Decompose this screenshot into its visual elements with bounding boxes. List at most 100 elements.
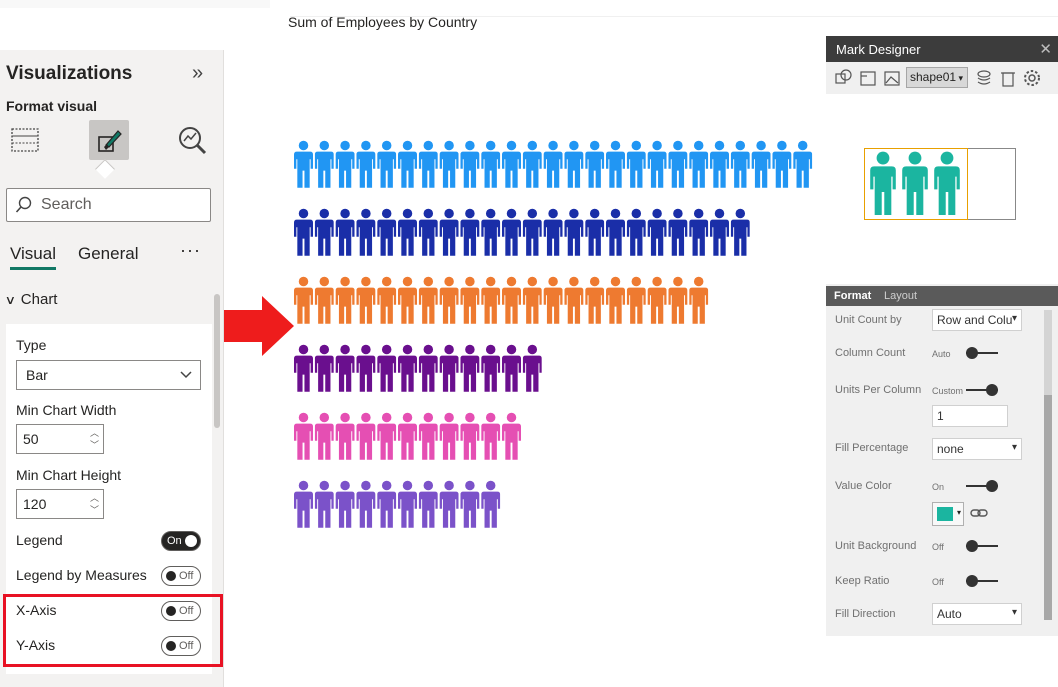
legend-by-measures-toggle[interactable]: Off [161,566,201,586]
chevron-down-icon: ∨ [4,292,17,307]
unit-count-by-select[interactable]: Row and Colu ▾ [932,309,1022,331]
person-icon [418,140,438,188]
person-icon [335,412,355,460]
person-icon [314,412,334,460]
chart-row[interactable] [294,276,709,324]
chart-row[interactable] [294,140,813,188]
units-per-column-slider[interactable] [966,384,998,396]
stepper-up-icon[interactable]: ︿ [90,493,99,503]
fill-percentage-value: none [937,442,964,456]
slider-knob[interactable] [966,347,978,359]
analytics-tab[interactable] [172,120,212,160]
slider-knob[interactable] [986,384,998,396]
person-icon [314,480,334,528]
min-width-label: Min Chart Width [16,402,117,418]
delete-icon[interactable] [998,68,1018,88]
close-icon[interactable]: ✕ [1039,40,1052,58]
fill-percentage-select[interactable]: none ▾ [932,438,1022,460]
person-icon [398,344,417,392]
image-tool-icon[interactable] [882,68,902,88]
stepper-down-icon[interactable]: ﹀ [90,505,99,515]
unit-background-state: Off [932,542,944,552]
person-icon [335,208,355,256]
text-tool-icon[interactable] [858,68,878,88]
person-icon [502,276,521,324]
unit-background-slider[interactable] [966,540,998,552]
type-value: Bar [26,367,48,383]
person-icon [647,140,667,188]
legend-toggle[interactable]: On [161,531,201,551]
pane-scrollbar[interactable] [214,294,220,428]
tab-general[interactable]: General [78,244,138,264]
stepper-up-icon[interactable]: ︿ [90,428,99,438]
unit-count-by-value: Row and Colu [937,313,1013,327]
build-visual-tab[interactable] [5,120,45,160]
person-icon [439,208,459,256]
chart-row[interactable] [294,412,521,460]
gear-icon[interactable] [1022,68,1042,88]
min-width-stepper[interactable]: 50 ︿ ﹀ [16,424,104,454]
person-icon [377,276,397,324]
chevron-down-icon [180,371,192,379]
tab-format[interactable]: Format [834,290,871,302]
chart-row[interactable] [294,208,750,256]
more-options-button[interactable]: ··· [180,240,201,261]
person-icon [418,276,438,324]
scrollbar-thumb[interactable] [1044,395,1052,620]
slider-knob[interactable] [986,480,998,492]
chevron-down-icon: ▾ [956,508,961,517]
column-count-label: Column Count [835,347,906,359]
chart-row[interactable] [294,344,542,392]
person-icon [522,140,542,188]
value-color-state: On [932,482,945,492]
min-height-stepper[interactable]: 120 ︿ ﹀ [16,489,104,519]
search-input[interactable] [41,196,191,214]
person-icon [481,208,501,256]
person-icon [377,208,397,256]
person-icon [294,412,313,460]
column-count-slider[interactable] [966,347,998,359]
toggle-knob [166,571,176,581]
person-icon [793,140,813,188]
slider-knob[interactable] [966,540,978,552]
stepper-down-icon[interactable]: ﹀ [90,440,99,450]
collapse-pane-icon[interactable]: » [192,62,203,85]
person-icon [481,344,501,392]
link-icon[interactable] [970,506,988,520]
layers-icon[interactable] [974,68,994,88]
shapes-icon[interactable] [834,68,854,88]
tab-visual[interactable]: Visual [10,244,56,270]
person-icon [606,276,625,324]
chart-row[interactable] [294,480,501,528]
person-icon [481,412,501,460]
legend-by-measures-label: Legend by Measures [16,567,147,583]
type-dropdown[interactable]: Bar [16,360,201,390]
person-icon [564,140,584,188]
units-per-column-input[interactable]: 1 [932,405,1008,427]
keep-ratio-slider[interactable] [966,575,998,587]
chart-section-header[interactable]: ∨ Chart [4,291,58,308]
person-icon [730,140,750,188]
person-icon [294,140,313,188]
person-icon [294,208,313,256]
tab-layout[interactable]: Layout [884,290,917,302]
person-icon [460,276,480,324]
value-color-slider[interactable] [966,480,998,492]
person-icon [294,344,313,392]
red-arrow [215,296,294,356]
person-icon [460,480,480,528]
person-icon [710,208,729,256]
slider-knob[interactable] [966,575,978,587]
search-field[interactable] [6,188,211,222]
person-icon [522,208,542,256]
fill-direction-select[interactable]: Auto ▾ [932,603,1022,625]
format-visual-tab[interactable] [89,120,129,160]
person-icon [418,412,438,460]
shape-selector[interactable]: shape01 ▾ [906,67,968,88]
person-icon [439,412,459,460]
value-color-picker[interactable]: ▾ [932,502,964,526]
column-count-mode: Auto [932,349,951,359]
person-icon [294,276,313,324]
keep-ratio-label: Keep Ratio [835,575,890,587]
person-icon [606,208,625,256]
